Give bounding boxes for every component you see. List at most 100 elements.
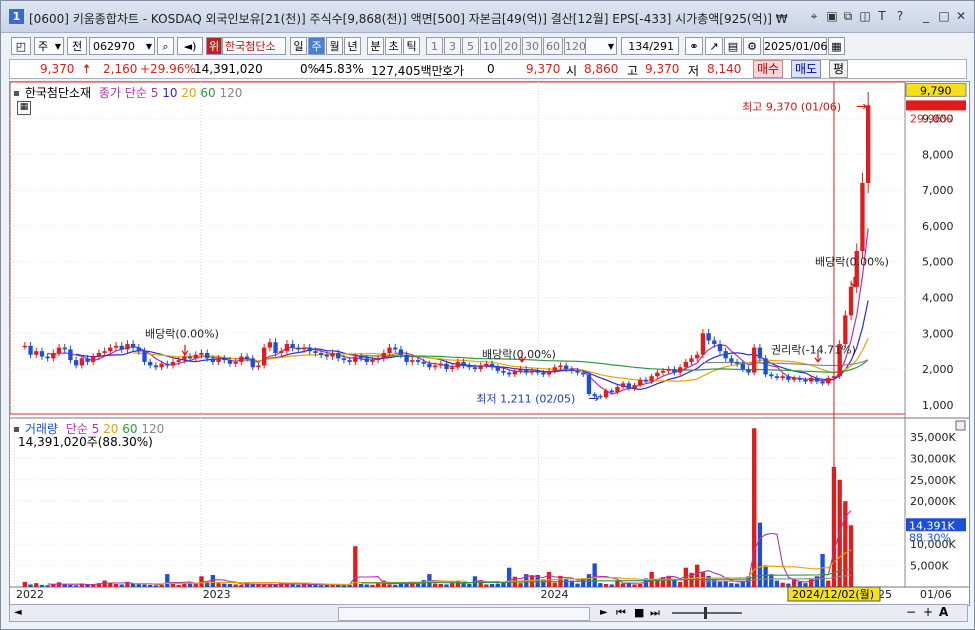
candle-body <box>68 349 73 361</box>
close-icon[interactable]: ✕ <box>954 9 968 23</box>
pin-icon[interactable]: ◫ <box>858 9 872 23</box>
candle-body <box>22 345 28 348</box>
candle-body <box>421 361 426 364</box>
next-page-icon[interactable]: ⏭ <box>650 606 660 620</box>
compare-icon[interactable]: ⚭ <box>685 37 703 55</box>
panel-collapse-icon[interactable] <box>955 420 966 431</box>
candle-body <box>695 354 700 359</box>
candle-body <box>632 385 637 389</box>
chart-canvas[interactable]: 9,0008,0007,0006,0005,0004,0003,0002,000… <box>10 82 969 605</box>
period-second-button[interactable]: 초 <box>385 37 402 55</box>
turnover-pct: 45.83% <box>318 62 364 76</box>
trendline-icon[interactable]: ↗ <box>705 37 723 55</box>
minute-step-3-button[interactable]: 3 <box>444 37 461 55</box>
volume-bar <box>467 583 472 587</box>
minute-step-120-button[interactable]: 120 <box>564 37 586 55</box>
minute-step-20-button[interactable]: 20 <box>501 37 521 55</box>
candle-body <box>489 363 495 368</box>
candle-body <box>142 351 147 362</box>
buy-button[interactable]: 매수 <box>753 60 784 78</box>
minute-step-1-button[interactable]: 1 <box>426 37 443 55</box>
x-axis-label: 2023 <box>203 588 231 601</box>
candle-body <box>552 367 557 371</box>
chart-area[interactable]: 9,000 8,000 7,000 6,000 5,000 4,000 3,000 2,000… <box>9 81 970 606</box>
annotation-dividend-2: 배당락(0.00%) <box>482 348 556 361</box>
page-count-field[interactable]: 134/291 <box>621 37 679 55</box>
table-toggle-icon[interactable]: ▦ <box>17 101 31 115</box>
candle-body <box>73 360 79 366</box>
price-change: 2,160 <box>103 62 138 76</box>
window-number-badge[interactable]: 1 <box>9 9 24 24</box>
volume-bar <box>450 583 455 587</box>
period-minute-button[interactable]: 분 <box>367 37 384 55</box>
candle-body <box>330 352 335 357</box>
search-icon[interactable]: ⌕ <box>157 37 174 55</box>
volume-bar <box>826 580 831 587</box>
calendar-icon[interactable]: ▦ <box>828 37 845 55</box>
zoom-out-icon[interactable]: − <box>906 605 916 619</box>
chart-scrollbar[interactable]: ◄ ► ⏮ ■ ⏭ − + A <box>9 604 968 622</box>
jeon-button[interactable]: 전 <box>67 37 87 55</box>
volume-bar <box>404 583 409 587</box>
settings-gear-icon[interactable]: ⚙ <box>743 37 761 55</box>
candle-body <box>569 369 575 371</box>
open-label: 시 <box>566 64 578 78</box>
save-icon[interactable]: ▤ <box>724 37 742 55</box>
volume-bar <box>780 582 785 587</box>
zoom-slider-handle[interactable] <box>704 607 707 619</box>
speaker-icon[interactable]: ◄) <box>177 37 203 55</box>
period-mode-select[interactable]: 주 ▼ <box>34 37 64 55</box>
candle-body <box>752 347 757 373</box>
volume-bar <box>598 583 603 587</box>
link-icon[interactable]: ⌖ <box>807 9 821 23</box>
candle-body <box>803 379 808 382</box>
period-day-button[interactable]: 일 <box>290 37 307 55</box>
sell-button[interactable]: 매도 <box>791 60 822 78</box>
candle-body <box>740 363 745 370</box>
stop-icon[interactable]: ■ <box>634 606 644 619</box>
period-month-button[interactable]: 월 <box>326 37 343 55</box>
first-page-icon[interactable]: ⏮ <box>616 606 626 620</box>
screenshot-icon[interactable]: ▣ <box>825 9 839 23</box>
volume-bar <box>803 583 808 587</box>
candle-body <box>182 356 187 361</box>
volume-bar <box>370 584 375 587</box>
current-price: 9,370 <box>40 62 75 76</box>
avg-button[interactable]: 평 <box>829 60 849 78</box>
zoom-slider[interactable] <box>672 612 742 614</box>
candle-body <box>34 351 39 355</box>
volume-bar <box>239 584 244 587</box>
candle-body <box>370 360 375 362</box>
volume-bar <box>774 580 780 587</box>
help-icon[interactable]: ? <box>893 9 907 23</box>
candle-body <box>814 378 820 382</box>
candle-body <box>666 369 671 371</box>
minute-step-60-button[interactable]: 60 <box>543 37 563 55</box>
candle-body <box>307 347 312 352</box>
minute-step-10-button[interactable]: 10 <box>480 37 500 55</box>
date-input[interactable]: 2025/01/06 <box>763 37 827 55</box>
minute-step-30-button[interactable]: 30 <box>522 37 542 55</box>
volume-bar <box>176 584 181 587</box>
period-tick-button[interactable]: 틱 <box>403 37 420 55</box>
scroll-left-icon[interactable]: ◄ <box>14 607 22 618</box>
minimize-icon[interactable]: _ <box>919 9 933 23</box>
auto-scale-icon[interactable]: A <box>939 605 948 619</box>
layout-icon[interactable]: ◰ <box>11 37 31 55</box>
volume-bar <box>170 583 176 587</box>
candle-body <box>227 360 233 364</box>
volume-bar <box>210 574 216 587</box>
minute-step-5-button[interactable]: 5 <box>462 37 479 55</box>
scroll-right-icon[interactable]: ► <box>600 607 608 618</box>
tools-icon[interactable]: T <box>875 9 889 23</box>
candle-body <box>222 358 227 361</box>
stock-code-input[interactable]: 062970 ▼ <box>89 37 155 55</box>
maximize-icon[interactable]: □ <box>937 9 951 23</box>
copy-icon[interactable]: ⧉ <box>841 9 855 23</box>
scroll-thumb[interactable] <box>338 607 590 621</box>
period-year-button[interactable]: 년 <box>344 37 361 55</box>
period-week-button[interactable]: 주 <box>308 37 325 55</box>
candle-body <box>301 347 307 350</box>
price-legend[interactable]: 한국첨단소재 종가 단순 5 10 20 60 120 <box>14 84 242 101</box>
zoom-in-icon[interactable]: + <box>923 605 933 619</box>
